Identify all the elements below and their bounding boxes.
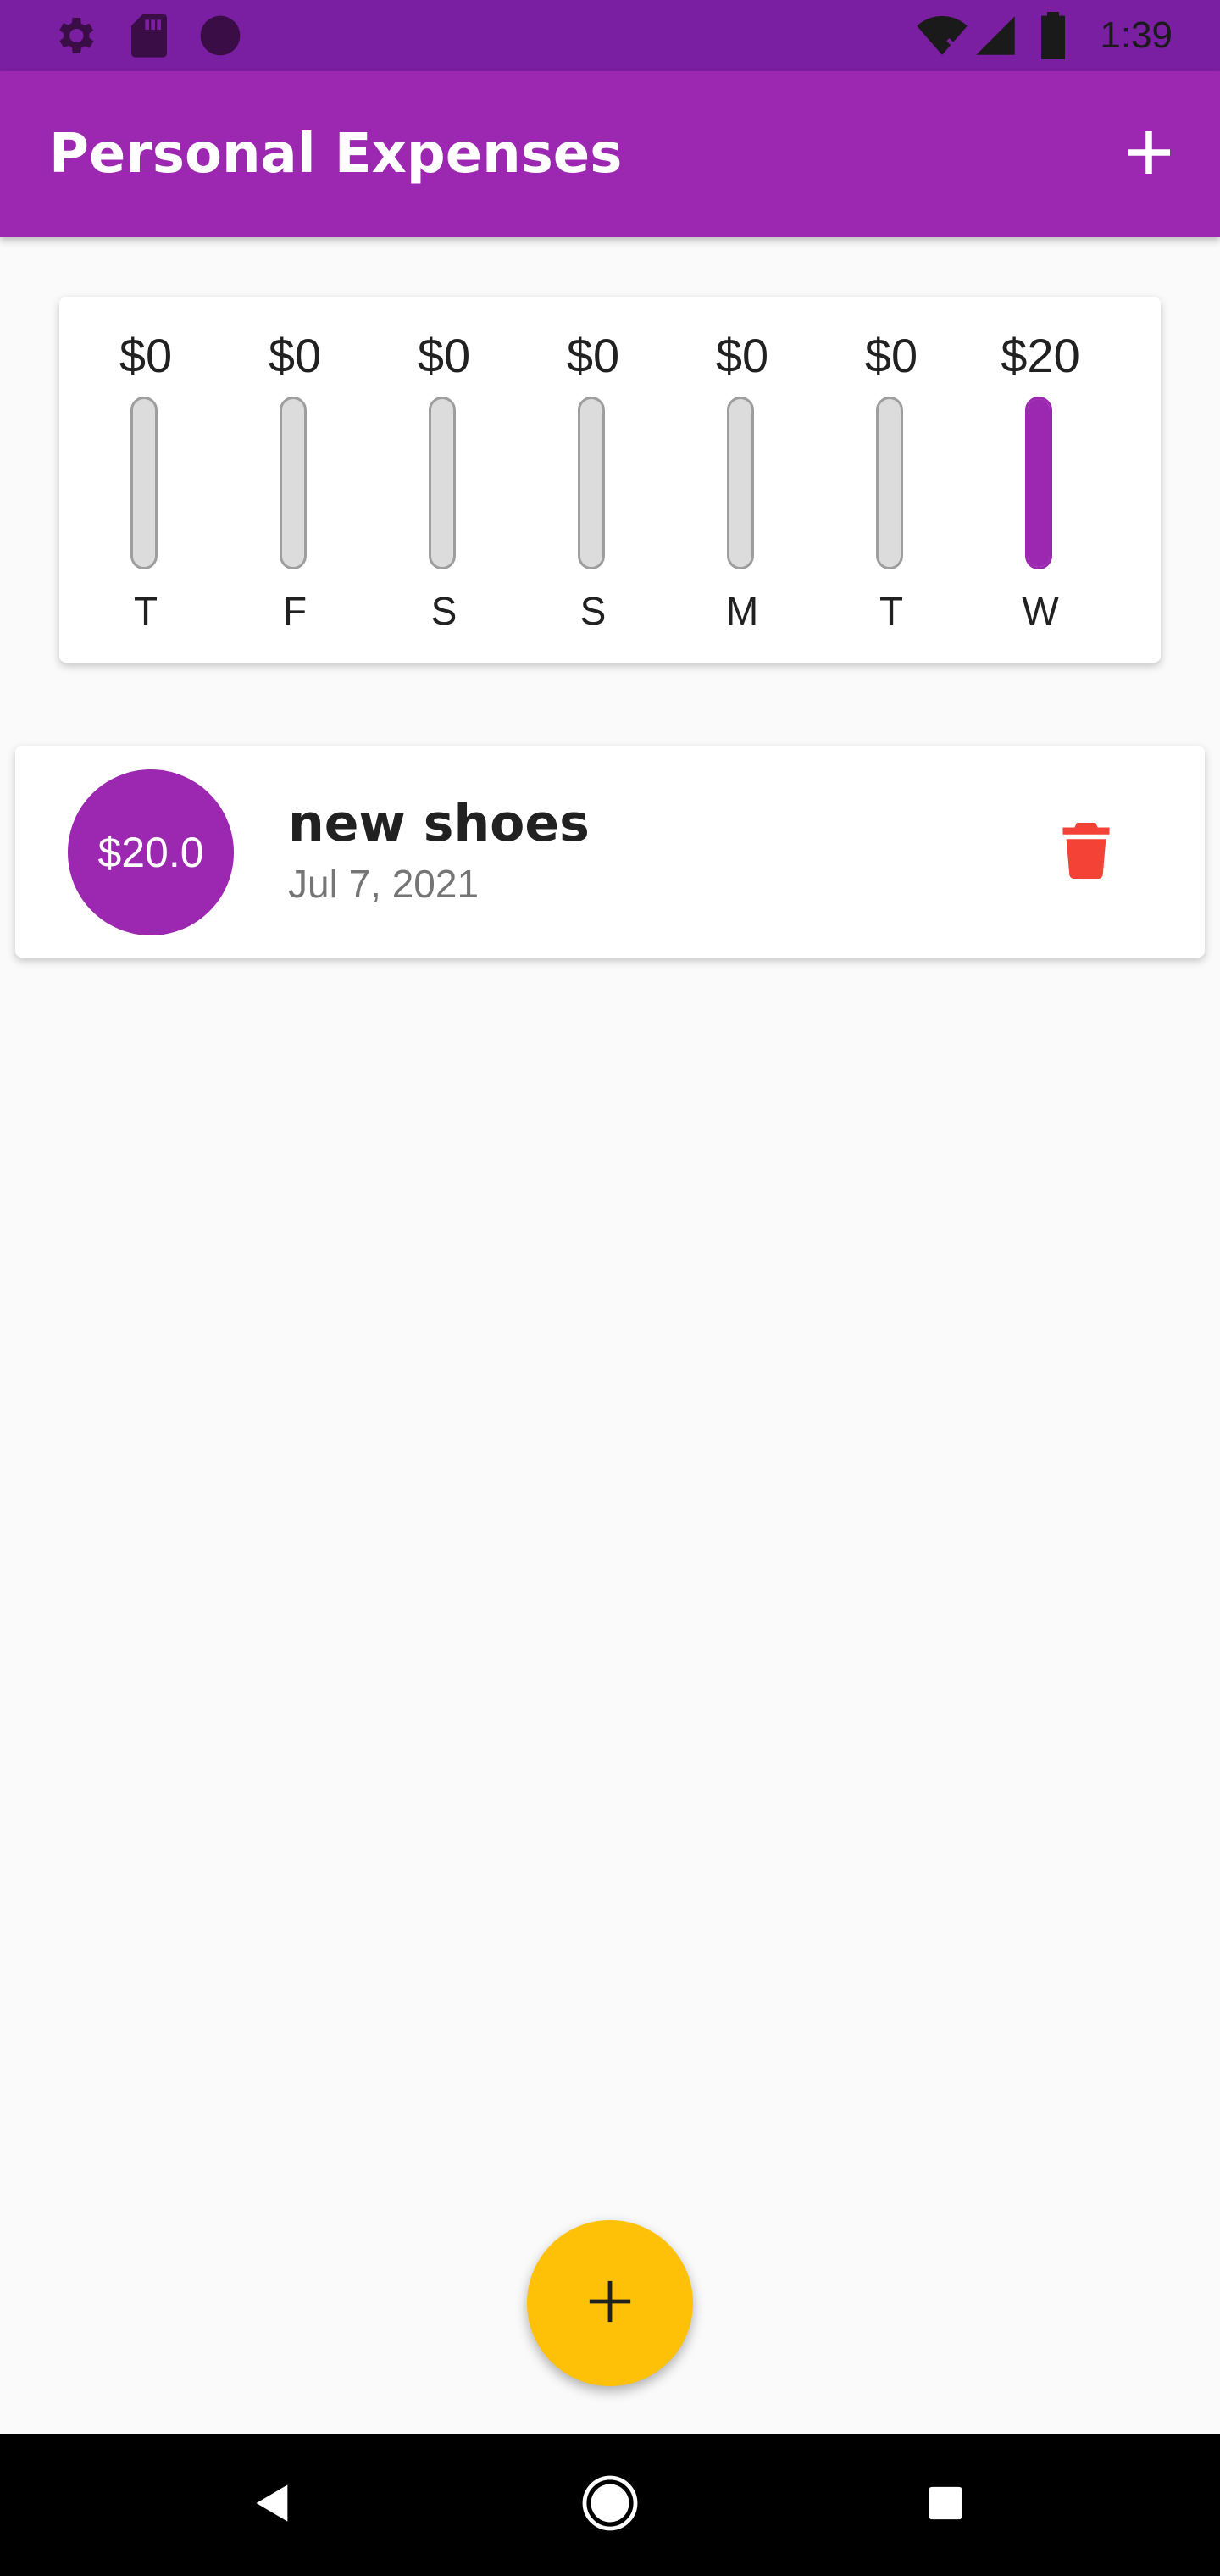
system-nav-bar — [0, 2434, 1220, 2576]
chart-bar-column: $0 T — [71, 297, 220, 663]
transaction-item: $20.0 new shoes Jul 7, 2021 — [15, 746, 1205, 958]
battery-icon — [1039, 12, 1068, 63]
add-fab-button[interactable] — [527, 2220, 693, 2386]
add-transaction-button[interactable] — [1112, 117, 1186, 192]
status-bar: 1:39 — [0, 0, 1220, 71]
chart-bar-column: $20 W — [966, 297, 1115, 663]
bar-track — [130, 397, 158, 569]
transaction-date: Jul 7, 2021 — [288, 862, 480, 906]
bar-day-label: T — [879, 589, 904, 633]
bar-track — [578, 397, 605, 569]
bar-day-label: F — [282, 589, 308, 633]
sd-card-icon — [127, 12, 171, 63]
back-icon — [251, 2481, 295, 2529]
bar-day-label: M — [725, 589, 759, 633]
bar-track — [727, 397, 754, 569]
bar-day-label: S — [430, 589, 458, 633]
transaction-title: new shoes — [288, 794, 590, 853]
recents-icon — [926, 2484, 965, 2526]
bar-amount-label: $0 — [119, 329, 173, 382]
plus-icon — [1123, 127, 1174, 181]
amount-avatar: $20.0 — [68, 769, 234, 935]
chart-bar-column: $0 S — [518, 297, 668, 663]
gear-icon — [51, 12, 98, 63]
home-button[interactable] — [568, 2462, 652, 2547]
trash-icon — [1062, 823, 1110, 882]
cell-signal-icon — [974, 12, 1017, 63]
chart-bar-column: $0 S — [369, 297, 518, 663]
recents-button[interactable] — [903, 2462, 988, 2547]
bar-amount-label: $0 — [715, 329, 769, 382]
chart-bar-column: $0 F — [220, 297, 369, 663]
bar-amount-label: $0 — [864, 329, 918, 382]
bar-fill — [1028, 399, 1050, 567]
bar-track — [1025, 397, 1052, 569]
chart-bar-column: $0 T — [817, 297, 966, 663]
status-time: 1:39 — [1100, 14, 1173, 56]
delete-transaction-button[interactable] — [1044, 810, 1128, 895]
bar-day-label: T — [133, 589, 158, 633]
chart-bar-column: $0 M — [668, 297, 817, 663]
circle-icon — [197, 12, 244, 63]
plus-icon — [585, 2277, 635, 2329]
wifi-off-icon — [915, 12, 969, 63]
bar-track — [876, 397, 903, 569]
page-title: Personal Expenses — [49, 123, 623, 186]
bar-amount-label: $0 — [417, 329, 471, 382]
weekly-chart-card: $0 T $0 F $0 S $0 S $0 M $0 T $20 W — [59, 297, 1161, 663]
home-icon — [580, 2473, 640, 2537]
bar-day-label: S — [580, 589, 607, 633]
bar-amount-label: $0 — [566, 329, 620, 382]
bar-track — [280, 397, 307, 569]
app-bar: Personal Expenses — [0, 71, 1220, 237]
bar-amount-label: $20 — [1001, 329, 1080, 382]
bar-amount-label: $0 — [268, 329, 322, 382]
bar-day-label: W — [1022, 589, 1059, 633]
back-button[interactable] — [230, 2462, 315, 2547]
bar-track — [429, 397, 456, 569]
